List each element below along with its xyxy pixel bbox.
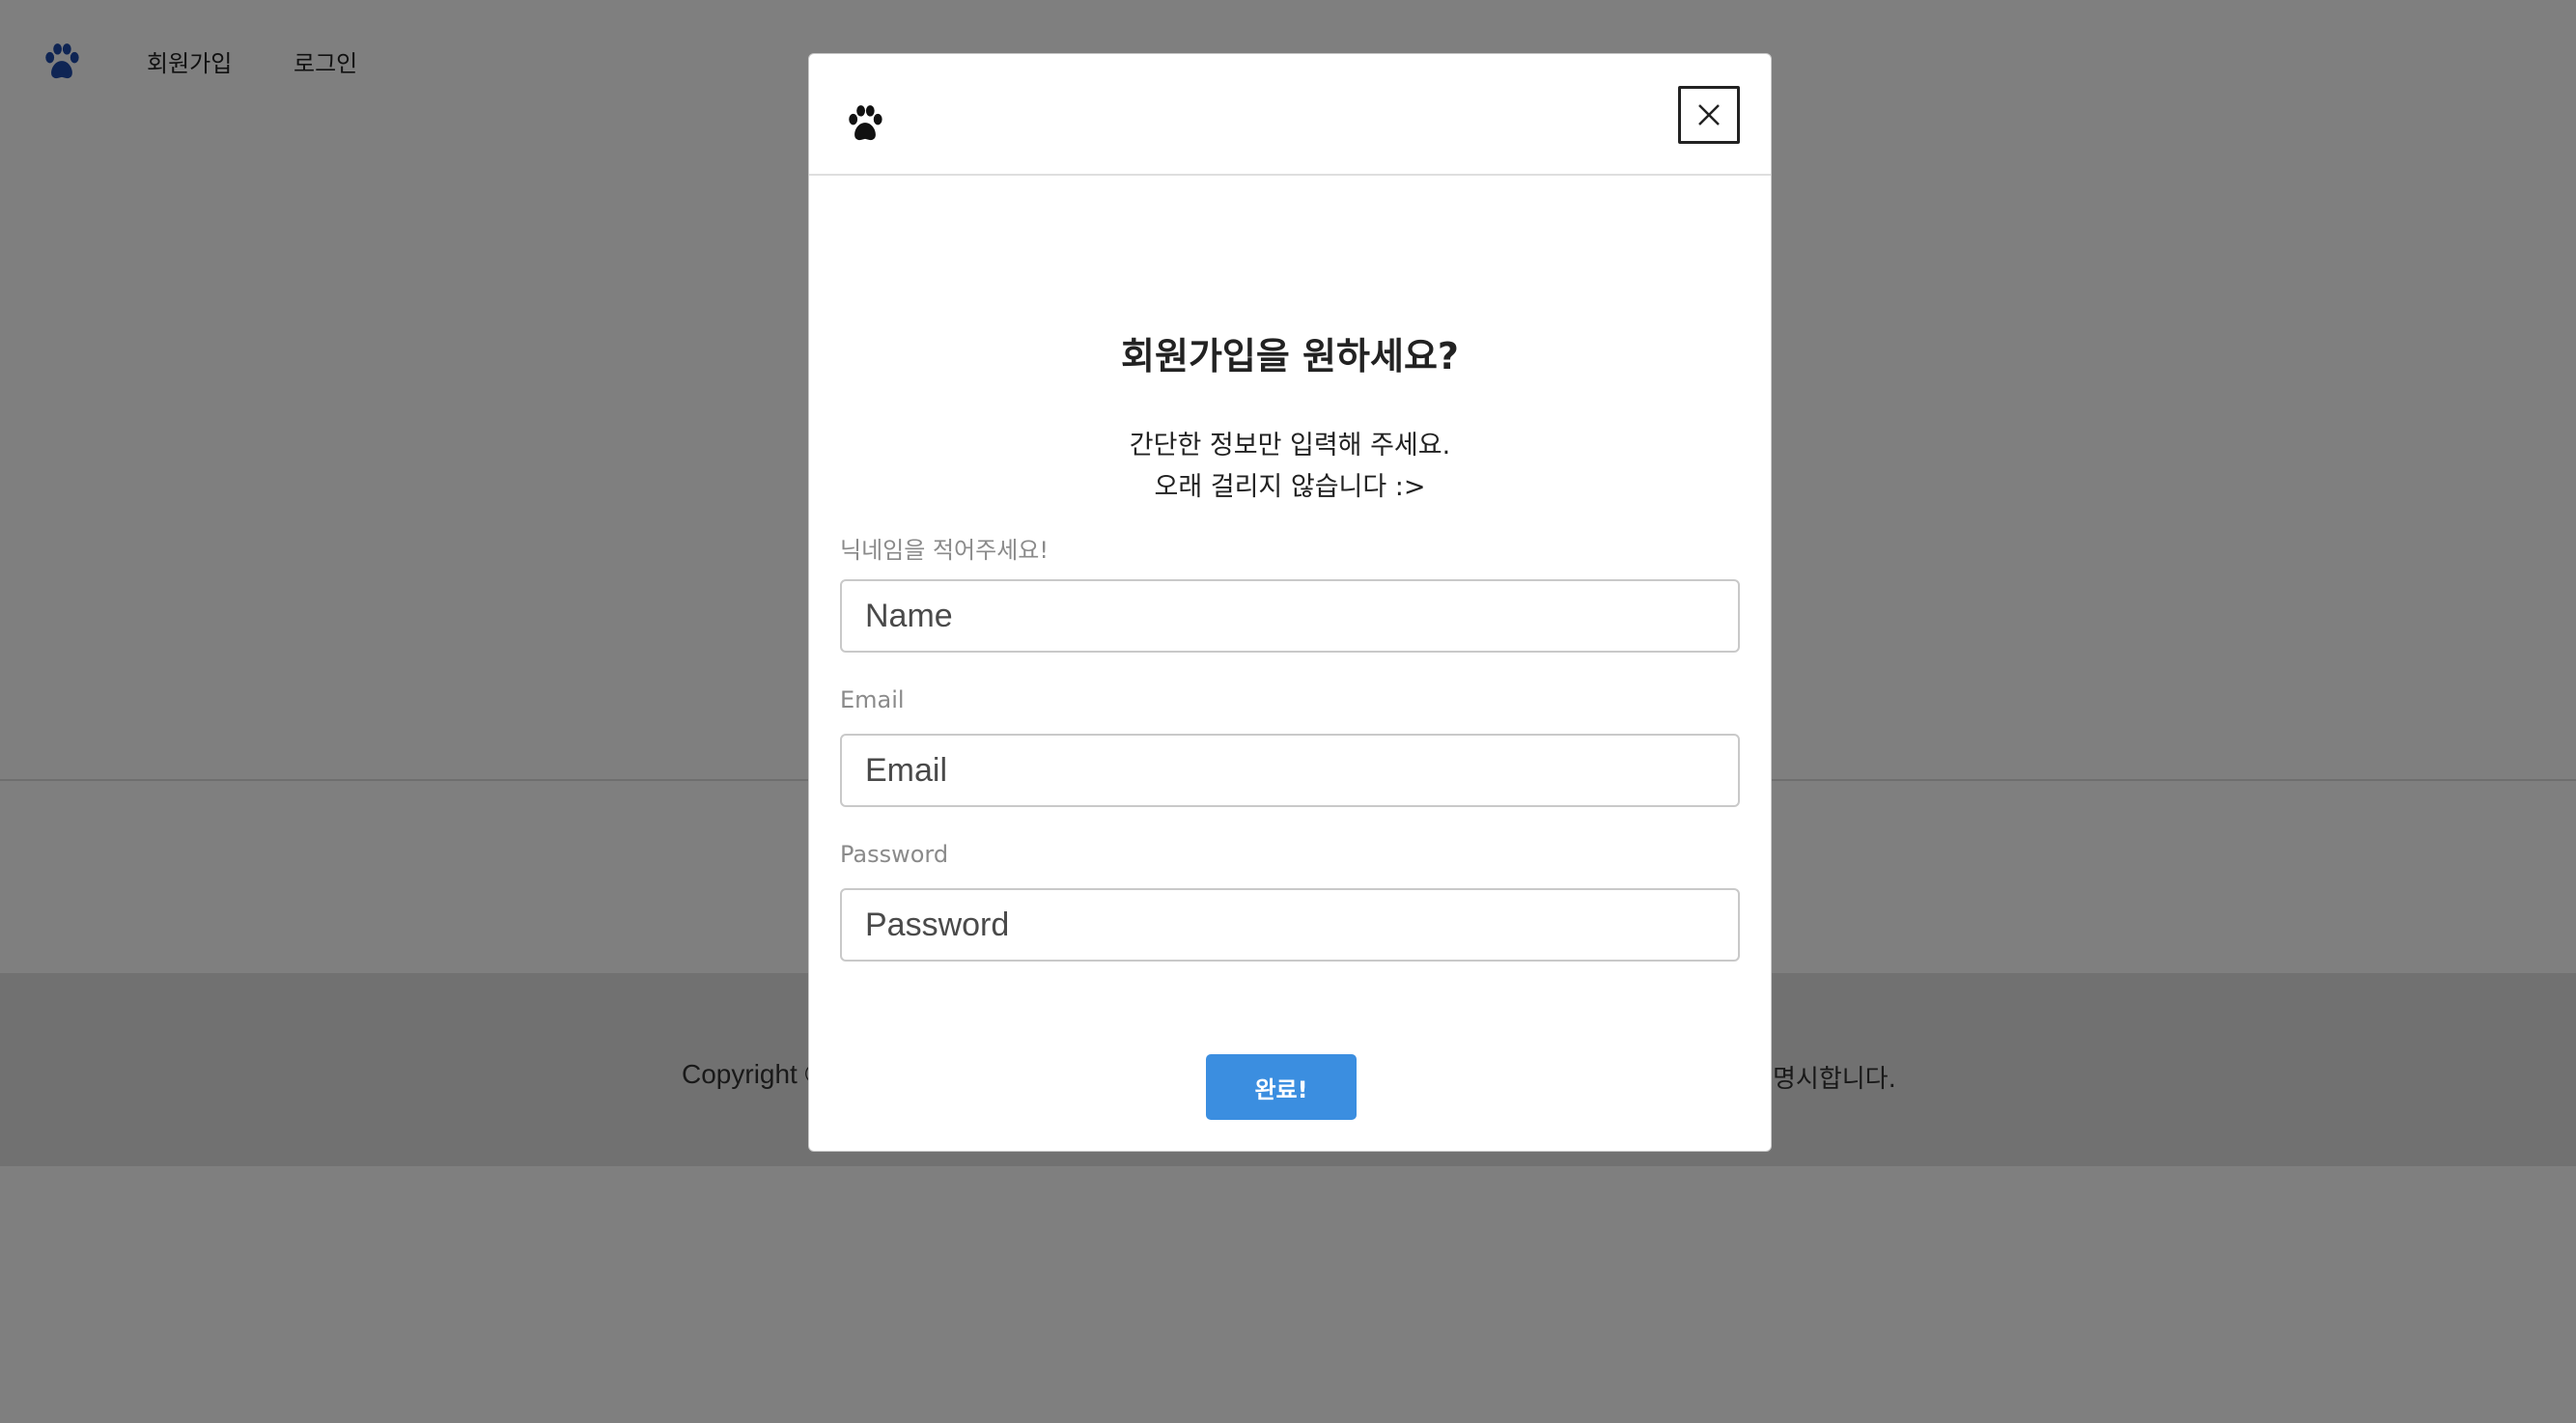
close-icon xyxy=(1698,104,1720,126)
password-label: Password xyxy=(840,841,949,868)
subtitle-line: 오래 걸리지 않습니다 :> xyxy=(1154,472,1426,502)
name-input[interactable] xyxy=(840,579,1740,653)
paw-icon xyxy=(849,105,882,141)
email-input[interactable] xyxy=(840,734,1740,807)
signup-modal: 회원가입을 원하세요? 간단한 정보만 입력해 주세요. 오래 걸리지 않습니다… xyxy=(808,53,1772,1152)
modal-subtitle: 간단한 정보만 입력해 주세요. 오래 걸리지 않습니다 :> xyxy=(809,425,1771,508)
modal-title: 회원가입을 원하세요? xyxy=(1121,335,1459,377)
password-input[interactable] xyxy=(840,888,1740,962)
submit-button[interactable]: 완료! xyxy=(1206,1054,1357,1120)
nickname-label: 닉네임을 적어주세요! xyxy=(840,537,1049,564)
subtitle-line: 간단한 정보만 입력해 주세요. xyxy=(1129,431,1451,460)
modal-header xyxy=(809,54,1771,176)
close-button[interactable] xyxy=(1678,86,1740,144)
email-label: Email xyxy=(840,686,905,713)
